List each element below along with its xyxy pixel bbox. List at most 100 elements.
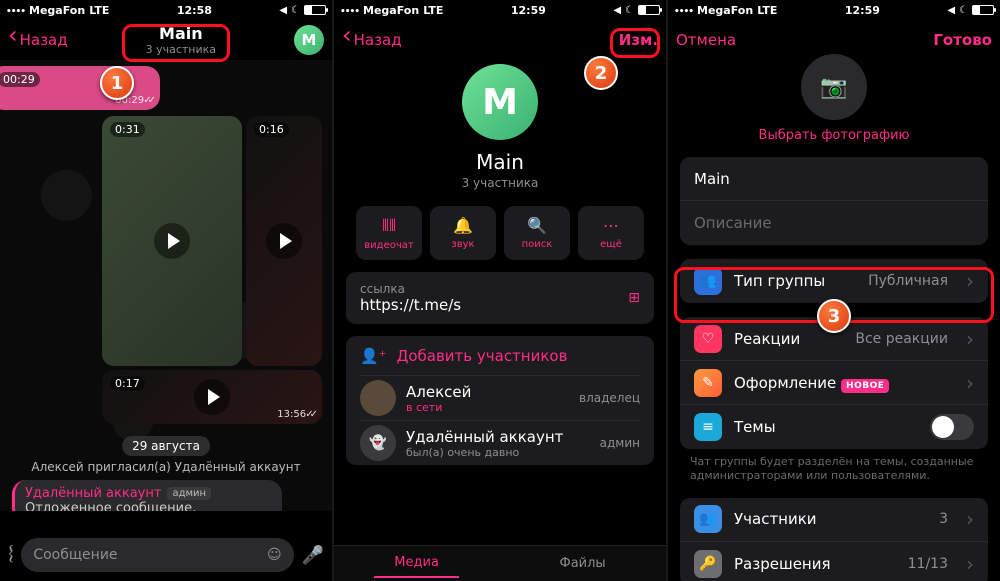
status-time: 12:59: [511, 4, 546, 17]
link-value: https://t.me/s: [360, 296, 461, 314]
avatar-letter: M: [482, 82, 518, 123]
status-bar: MegaFon LTE 12:59 ◀ ☾: [668, 0, 1000, 20]
signal-icon: [340, 4, 359, 17]
moon-icon: ☾: [959, 5, 968, 16]
set-photo-button[interactable]: Выбрать фотографию: [668, 128, 1000, 143]
moon-icon: ☾: [625, 5, 634, 16]
members-button[interactable]: 👥 Участники 3: [680, 498, 988, 542]
name-desc-card: Main Описание: [680, 157, 988, 245]
group-name-value: Main: [694, 170, 730, 188]
sent-video-4[interactable]: 0:17 13:56: [102, 370, 322, 424]
topics-note: Чат группы будет разделён на темы, созда…: [668, 449, 1000, 484]
sent-video-2[interactable]: 0:31: [102, 116, 242, 366]
appearance-button[interactable]: ✎ Оформление НОВОЕ: [680, 361, 988, 405]
chat-messages[interactable]: 00:29 00:29 0:31 0:16 0:17 13:56 29 авгу…: [0, 60, 332, 511]
action-label: ещё: [600, 239, 622, 250]
message-input-row: 𝄔 Сообщение ☺ 🎤: [0, 535, 332, 575]
qr-icon[interactable]: ⊞: [628, 290, 640, 306]
group-type-button[interactable]: 👥 Тип группы Публичная: [680, 259, 988, 303]
topics-toggle[interactable]: [930, 414, 974, 440]
screen-group-edit: MegaFon LTE 12:59 ◀ ☾ Отмена Готово Выбр…: [668, 0, 1000, 581]
group-name-input[interactable]: Main: [680, 157, 988, 201]
attach-icon[interactable]: 𝄔: [8, 543, 13, 568]
member-status: в сети: [406, 401, 471, 414]
media-group[interactable]: 0:31 0:16 0:17 13:56: [102, 116, 322, 426]
add-user-icon: 👤⁺: [360, 347, 387, 365]
chevron-left-icon: [8, 31, 18, 49]
link-label: ссылка: [360, 282, 461, 296]
chat-avatar[interactable]: M: [294, 25, 324, 55]
carrier-label: MegaFon: [697, 4, 753, 17]
sent-video-1[interactable]: 00:29 00:29: [0, 66, 160, 110]
back-label: Назад: [354, 31, 402, 49]
network-label: LTE: [757, 4, 777, 17]
sticker-icon[interactable]: ☺: [267, 547, 282, 563]
action-buttons: ⦀⦀ видеочат 🔔 звук 🔍 поиск ⋯ ещё: [356, 206, 644, 260]
back-button[interactable]: Назад: [8, 31, 68, 49]
member-row[interactable]: Алексей в сети владелец: [360, 376, 640, 421]
permissions-button[interactable]: 🔑 Разрешения 11/13: [680, 542, 988, 581]
network-label: LTE: [89, 4, 109, 17]
group-type-label: Тип группы: [734, 272, 856, 290]
group-desc-input[interactable]: Описание: [680, 201, 988, 245]
tab-media[interactable]: Медиа: [374, 549, 459, 578]
search-button[interactable]: 🔍 поиск: [504, 206, 570, 260]
change-photo-button[interactable]: [801, 54, 867, 120]
group-type-icon: 👥: [694, 267, 722, 295]
member-name: Удалённый аккаунт: [406, 428, 563, 446]
screen-chat: MegaFon LTE 12:58 ◀ ☾ Назад Main 3 участ…: [0, 0, 332, 581]
media-tabs: Медиа Файлы: [334, 545, 666, 581]
video-duration: 0:31: [110, 122, 145, 137]
videochat-icon: ⦀⦀: [382, 216, 396, 236]
add-members-button[interactable]: 👤⁺ Добавить участников: [360, 336, 640, 376]
link-card[interactable]: ссылка https://t.me/s ⊞: [346, 272, 654, 324]
system-message: Алексей пригласил(а) Удалённый аккаунт: [31, 460, 300, 474]
avatar-letter: M: [302, 31, 317, 49]
member-avatar: 👻: [360, 425, 396, 461]
network-label: LTE: [423, 4, 443, 17]
voice-icon[interactable]: 🎤: [302, 545, 324, 566]
reply-role-badge: админ: [167, 487, 211, 500]
members-label: Участники: [734, 510, 927, 528]
reply-text: Отложенное сообщение,: [25, 501, 272, 511]
reactions-label: Реакции: [734, 330, 843, 348]
action-label: звук: [451, 239, 474, 250]
chat-subtitle: 3 участника: [68, 43, 294, 56]
location-icon: ◀: [613, 5, 621, 16]
more-icon: ⋯: [603, 216, 619, 235]
group-name: Main: [476, 150, 524, 174]
videochat-button[interactable]: ⦀⦀ видеочат: [356, 206, 422, 260]
tab-files[interactable]: Файлы: [540, 550, 626, 577]
sent-video-3[interactable]: 0:16: [246, 116, 322, 366]
carrier-label: MegaFon: [29, 4, 85, 17]
status-time: 12:58: [177, 4, 212, 17]
bell-icon: 🔔: [453, 216, 473, 235]
play-icon: [194, 379, 230, 415]
cancel-button[interactable]: Отмена: [676, 31, 736, 49]
back-button[interactable]: Назад: [342, 31, 402, 49]
date-separator: 29 августа: [122, 436, 210, 456]
member-role: админ: [600, 436, 640, 450]
member-avatar: [360, 380, 396, 416]
members-icon: 👥: [694, 505, 722, 533]
reactions-value: Все реакции: [855, 331, 948, 347]
edit-button[interactable]: Изм.: [619, 31, 658, 49]
back-label: Назад: [20, 31, 68, 49]
reply-preview[interactable]: Удалённый аккаунт админ Отложенное сообщ…: [12, 480, 282, 511]
chat-title-button[interactable]: Main 3 участника: [68, 24, 294, 56]
action-label: видеочат: [364, 240, 413, 251]
sound-button[interactable]: 🔔 звук: [430, 206, 496, 260]
reply-sender: Удалённый аккаунт: [25, 486, 161, 501]
member-row[interactable]: 👻 Удалённый аккаунт был(а) очень давно а…: [360, 421, 640, 465]
callout-3: 3: [817, 299, 851, 333]
member-name: Алексей: [406, 383, 471, 401]
reactions-icon: ♡: [694, 325, 722, 353]
more-button[interactable]: ⋯ ещё: [578, 206, 644, 260]
moon-icon: ☾: [291, 5, 300, 16]
chevron-right-icon: [960, 552, 974, 576]
done-button[interactable]: Готово: [933, 31, 992, 49]
group-avatar[interactable]: M: [462, 64, 538, 140]
carrier-label: MegaFon: [363, 4, 419, 17]
member-role: владелец: [579, 391, 640, 405]
message-input[interactable]: Сообщение ☺: [21, 538, 293, 572]
